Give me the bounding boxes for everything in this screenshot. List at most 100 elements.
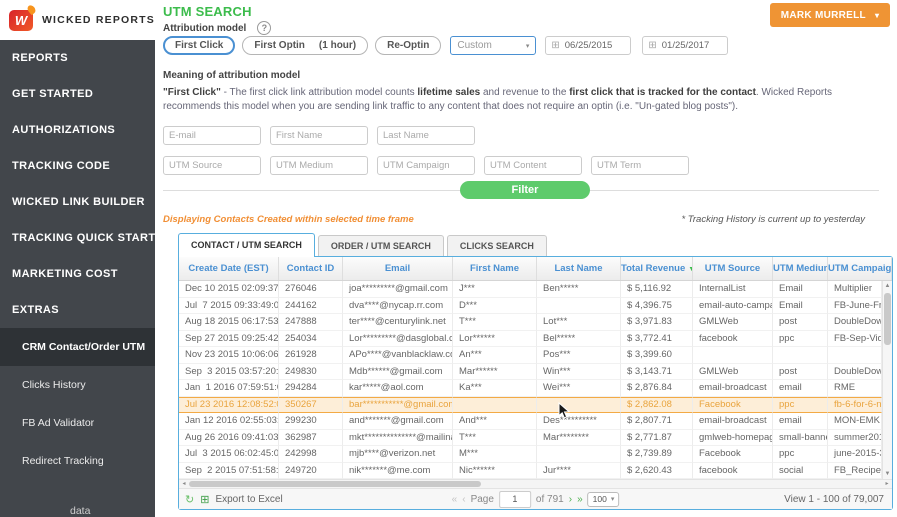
cell-utm-source: Facebook bbox=[693, 396, 773, 413]
first-page-icon[interactable]: « bbox=[452, 494, 458, 505]
table-row[interactable]: Sep 27 2015 09:25:42:000PM254034Lor*****… bbox=[179, 330, 882, 347]
utm-source-input[interactable] bbox=[163, 156, 261, 175]
horizontal-scrollbar-thumb[interactable] bbox=[189, 481, 481, 487]
cell-utm-source: email-broadcast bbox=[693, 413, 773, 430]
results-table: Create Date (EST) Contact ID Email First Na… bbox=[178, 256, 893, 510]
view-range-label: View 1 - 100 of 79,007 bbox=[784, 493, 884, 505]
sidebar-item-marketing-cost[interactable]: MARKETING COST bbox=[0, 256, 155, 292]
column-header-utm-campaign[interactable]: UTM Campaign bbox=[828, 257, 892, 280]
cell-utm-campaign: DoubleDown bbox=[828, 314, 882, 331]
table-row[interactable]: Jul 7 2015 09:33:49:000PM244162dva****@n… bbox=[179, 297, 882, 314]
prev-page-icon[interactable]: ‹ bbox=[462, 494, 465, 505]
filter-button[interactable]: Filter bbox=[460, 181, 590, 199]
table-row[interactable]: Aug 26 2016 09:41:03:000AM362987mkt*****… bbox=[179, 429, 882, 446]
cell-contact-id: 362987 bbox=[279, 429, 343, 446]
sidebar-item-redirect-tracking[interactable]: Redirect Tracking bbox=[0, 442, 155, 480]
date-from-input[interactable]: ⊞ 06/25/2015 bbox=[545, 36, 632, 55]
search-tabs: CONTACT / UTM SEARCH ORDER / UTM SEARCH CL… bbox=[178, 233, 547, 257]
table-row[interactable]: Jan 1 2016 07:59:51:000AM294284kar*****@… bbox=[179, 380, 882, 397]
column-header-utm-source[interactable]: UTM Source bbox=[693, 257, 773, 280]
cell-create-date-est: Sep 3 2015 03:57:20:000PM bbox=[179, 363, 279, 380]
tab-order-utm-search[interactable]: ORDER / UTM SEARCH bbox=[317, 235, 444, 256]
attribution-pill-first-click[interactable]: First Click bbox=[163, 36, 236, 55]
text-fragment: "First Click" bbox=[163, 87, 221, 98]
cell-utm-medium: ppc bbox=[773, 446, 828, 463]
e-mail-input[interactable] bbox=[163, 126, 261, 145]
sidebar-item-authorizations[interactable]: AUTHORIZATIONS bbox=[0, 112, 155, 148]
cell-utm-medium: email bbox=[773, 413, 828, 430]
table-row[interactable]: Sep 2 2015 07:51:58:000PM249720nik******… bbox=[179, 462, 882, 479]
scroll-down-icon[interactable]: ▼ bbox=[883, 469, 892, 479]
tab-contact-utm-search[interactable]: CONTACT / UTM SEARCH bbox=[178, 233, 315, 257]
column-label: Total Revenue bbox=[621, 263, 686, 274]
attribution-pill-re-optin[interactable]: Re-Optin bbox=[375, 36, 442, 55]
sidebar-item-tracking-code[interactable]: TRACKING CODE bbox=[0, 148, 155, 184]
export-to-excel-button[interactable]: Export to Excel bbox=[215, 494, 282, 505]
attribution-pill-first-optin[interactable]: First Optin (1 hour) bbox=[242, 36, 369, 55]
column-header-utm-medium[interactable]: UTM Medium bbox=[773, 257, 828, 280]
sidebar: W WICKED REPORTS REPORTS GET STARTED AUTHO… bbox=[0, 0, 163, 517]
tab-clicks-search[interactable]: CLICKS SEARCH bbox=[446, 235, 547, 256]
cell-email: bar***********@gmail.com bbox=[343, 396, 453, 413]
table-row[interactable]: Jan 12 2016 02:55:03:000PM299230and*****… bbox=[179, 413, 882, 430]
column-header-email[interactable]: Email bbox=[343, 257, 453, 280]
first-name-input[interactable] bbox=[270, 126, 368, 145]
refresh-icon[interactable]: ↻ bbox=[185, 493, 194, 506]
table-row[interactable]: Aug 18 2015 06:17:53:000PM247888ter****@… bbox=[179, 314, 882, 331]
column-header-first-name[interactable]: First Name bbox=[453, 257, 537, 280]
text-fragment: and revenue to the bbox=[480, 87, 570, 98]
brand[interactable]: W WICKED REPORTS bbox=[0, 0, 155, 40]
sidebar-item-extras[interactable]: EXTRAS bbox=[0, 292, 155, 328]
table-row[interactable]: Sep 3 2015 03:57:20:000PM249830Mdb******… bbox=[179, 363, 882, 380]
sidebar-item-clicks-history[interactable]: Clicks History bbox=[0, 366, 155, 404]
help-icon[interactable]: ? bbox=[257, 21, 272, 35]
date-to-input[interactable]: ⊞ 01/25/2017 bbox=[642, 36, 729, 55]
sidebar-item-wicked-link-builder[interactable]: WICKED LINK BUILDER bbox=[0, 184, 155, 220]
scroll-right-icon[interactable]: ▸ bbox=[882, 480, 892, 488]
cell-utm-source: email-broadcast bbox=[693, 380, 773, 397]
utm-content-input[interactable] bbox=[484, 156, 582, 175]
horizontal-scrollbar[interactable]: ◂ ▸ bbox=[179, 479, 892, 489]
sidebar-item-get-started[interactable]: GET STARTED bbox=[0, 76, 155, 112]
page-size-select[interactable]: 100 ▾ bbox=[587, 491, 620, 507]
vertical-scrollbar-thumb[interactable] bbox=[884, 293, 891, 345]
cell-contact-id: 261928 bbox=[279, 347, 343, 364]
next-page-icon[interactable]: › bbox=[569, 494, 572, 505]
utm-campaign-input[interactable] bbox=[377, 156, 475, 175]
cell-total-revenue: $ 2,620.43 bbox=[621, 462, 693, 479]
user-name: MARK MURRELL bbox=[780, 9, 866, 21]
cell-utm-campaign: FB-Sep-Vide bbox=[828, 330, 882, 347]
cell-first-name: Nic****** bbox=[453, 462, 537, 479]
table-row[interactable]: Jul 23 2016 12:08:52:000PM350267bar*****… bbox=[179, 396, 882, 413]
cell-total-revenue: $ 2,771.87 bbox=[621, 429, 693, 446]
last-name-input[interactable] bbox=[377, 126, 475, 145]
attribution-window-select[interactable]: Custom ▾ bbox=[450, 36, 537, 55]
page-number-input[interactable] bbox=[498, 490, 531, 508]
table-row[interactable]: Nov 23 2015 10:06:06:000AM261928APo****@… bbox=[179, 347, 882, 364]
sidebar-item-partial[interactable]: data bbox=[0, 492, 155, 517]
column-header-total-revenue[interactable]: Total Revenue▼ bbox=[621, 257, 693, 280]
sidebar-item-crm-contact-order-utm[interactable]: CRM Contact/Order UTM bbox=[0, 328, 155, 366]
table-row[interactable]: Jul 3 2015 06:02:45:000PM242998mjb****@v… bbox=[179, 446, 882, 463]
excel-icon[interactable]: ⊞ bbox=[200, 493, 209, 506]
table-row[interactable]: Dec 10 2015 02:09:37:000PM276046joa*****… bbox=[179, 281, 882, 298]
user-menu-button[interactable]: MARK MURRELL ▾ bbox=[770, 3, 890, 27]
scroll-left-icon[interactable]: ◂ bbox=[179, 480, 189, 488]
column-header-create-date-est[interactable]: Create Date (EST) bbox=[179, 257, 279, 280]
utm-medium-input[interactable] bbox=[270, 156, 368, 175]
cell-create-date-est: Aug 18 2015 06:17:53:000PM bbox=[179, 314, 279, 331]
scroll-up-icon[interactable]: ▲ bbox=[883, 281, 892, 291]
date-from-value: 06/25/2015 bbox=[564, 40, 613, 51]
column-label: First Name bbox=[469, 263, 520, 274]
chevron-down-icon: ▾ bbox=[525, 42, 530, 50]
cell-last-name: Des********** bbox=[537, 413, 621, 430]
cell-utm-campaign: MON-EMK bbox=[828, 413, 882, 430]
last-page-icon[interactable]: » bbox=[577, 494, 583, 505]
vertical-scrollbar[interactable]: ▲ ▼ bbox=[882, 281, 892, 479]
column-header-last-name[interactable]: Last Name bbox=[537, 257, 621, 280]
sidebar-item-fb-ad-validator[interactable]: FB Ad Validator bbox=[0, 404, 155, 442]
utm-term-input[interactable] bbox=[591, 156, 689, 175]
sidebar-item-reports[interactable]: REPORTS bbox=[0, 40, 155, 76]
sidebar-item-tracking-quick-starts[interactable]: TRACKING QUICK STARTS bbox=[0, 220, 163, 256]
column-header-contact-id[interactable]: Contact ID bbox=[279, 257, 343, 280]
